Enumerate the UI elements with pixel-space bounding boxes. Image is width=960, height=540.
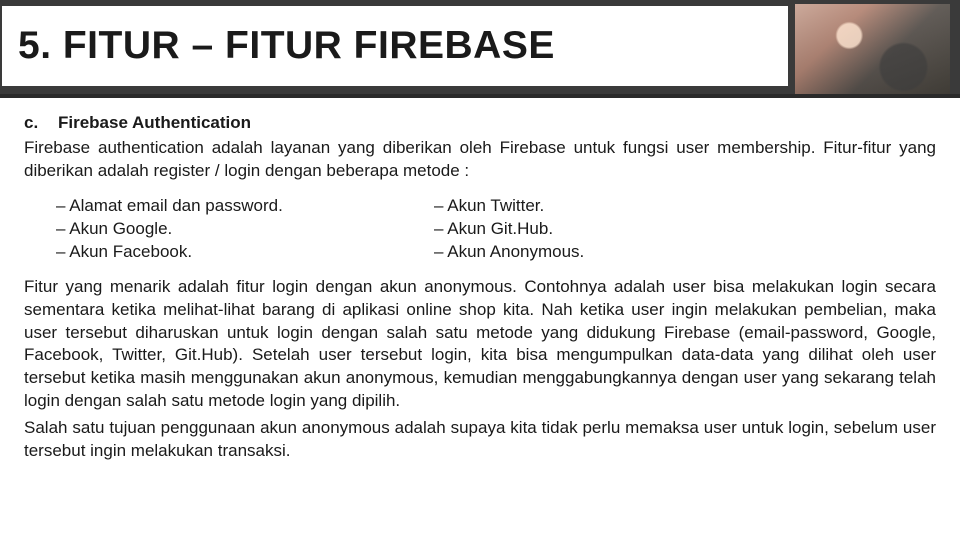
section-title: Firebase Authentication [58,113,251,132]
content-area: c.Firebase Authentication Firebase authe… [24,112,936,463]
section-heading: c.Firebase Authentication [24,112,936,135]
bullet-col-left: – Alamat email dan password. – Akun Goog… [24,195,434,264]
bullet-item: – Akun Google. [56,218,434,241]
paragraph-1: Fitur yang menarik adalah fitur login de… [24,276,936,414]
bullet-item: – Akun Git.Hub. [434,218,584,241]
bullet-col-right: – Akun Twitter. – Akun Git.Hub. – Akun A… [434,195,584,264]
bullet-item: – Akun Twitter. [434,195,584,218]
bullet-item: – Akun Facebook. [56,241,434,264]
bullet-item: – Alamat email dan password. [56,195,434,218]
slide: 5. FITUR – FITUR FIREBASE c.Firebase Aut… [0,0,960,540]
header-bar: 5. FITUR – FITUR FIREBASE [0,0,960,98]
section-letter: c. [24,112,58,135]
bullet-columns: – Alamat email dan password. – Akun Goog… [24,195,936,264]
bullet-item: – Akun Anonymous. [434,241,584,264]
section-intro: Firebase authentication adalah layanan y… [24,137,936,183]
paragraph-2: Salah satu tujuan penggunaan akun anonym… [24,417,936,463]
decorative-photo [795,4,950,94]
title-card: 5. FITUR – FITUR FIREBASE [0,4,790,88]
slide-title: 5. FITUR – FITUR FIREBASE [18,24,555,68]
